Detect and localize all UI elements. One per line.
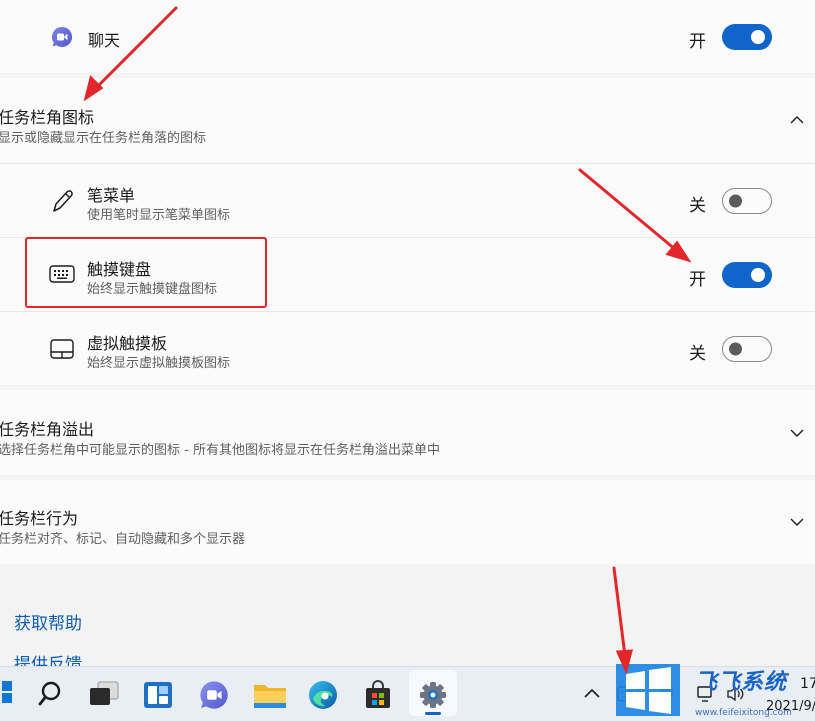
corner-icons-header[interactable] [0,78,815,162]
pen-menu-label: 笔菜单 [87,186,136,205]
chevron-down-icon[interactable] [789,516,805,528]
widgets-icon[interactable] [143,681,173,709]
chat-toggle[interactable] [722,24,772,50]
chat-icon[interactable] [199,680,229,710]
pen-icon [53,190,73,212]
watermark-brand: 飞飞系统 [695,670,788,695]
corner-icons-subtitle: 显示或隐藏显示在任务栏角落的图标 [0,131,207,146]
pen-menu-desc: 使用笔时显示笔菜单图标 [87,208,231,223]
toggle-knob [729,194,742,208]
search-icon[interactable] [37,680,63,708]
chat-state: 开 [689,32,706,52]
taskbar-behaviors-subtitle: 任务栏对齐、标记、自动隐藏和多个显示器 [0,532,246,547]
chevron-up-icon[interactable] [789,114,805,126]
touch-keyboard-toggle[interactable] [722,262,772,288]
active-app-indicator [425,712,441,715]
corner-icons-title: 任务栏角图标 [0,108,95,127]
touchpad-icon [50,339,74,359]
highlight-box [25,237,267,308]
corner-overflow-title: 任务栏角溢出 [0,420,95,439]
settings-icon[interactable] [418,680,448,710]
virtual-touchpad-desc: 始终显示虚拟触摸板图标 [87,356,231,371]
clock-time[interactable]: 17 [800,676,815,692]
store-icon[interactable] [364,680,392,710]
toggle-knob [751,268,765,282]
task-view-icon[interactable] [88,680,120,708]
toggle-knob [751,30,765,44]
pen-menu-state: 关 [689,196,706,216]
taskbar-behaviors-header[interactable] [0,480,815,564]
touch-keyboard-state: 开 [689,270,706,290]
taskbar [0,666,815,721]
chat-label: 聊天 [88,31,121,50]
virtual-touchpad-label: 虚拟触摸板 [87,334,168,353]
watermark-url: www.feifeixitong.com [695,708,792,718]
corner-overflow-header[interactable] [0,390,815,475]
pen-menu-toggle[interactable] [722,188,772,214]
start-icon[interactable] [0,681,12,703]
corner-overflow-subtitle: 选择任务栏角中可能显示的图标 - 所有其他图标将显示在任务栏角溢出菜单中 [0,443,440,458]
chevron-down-icon[interactable] [789,427,805,439]
get-help-link[interactable]: 获取帮助 [14,609,82,634]
toggle-knob [729,342,742,356]
virtual-touchpad-toggle[interactable] [722,336,772,362]
edge-icon[interactable] [307,679,339,711]
file-explorer-icon[interactable] [253,681,287,709]
arrow-to-tray [612,566,627,658]
chat-icon [52,26,73,47]
taskbar-behaviors-title: 任务栏行为 [0,509,79,528]
chevron-up-icon[interactable] [583,686,601,700]
watermark-logo [616,664,680,716]
virtual-touchpad-state: 关 [689,344,706,364]
